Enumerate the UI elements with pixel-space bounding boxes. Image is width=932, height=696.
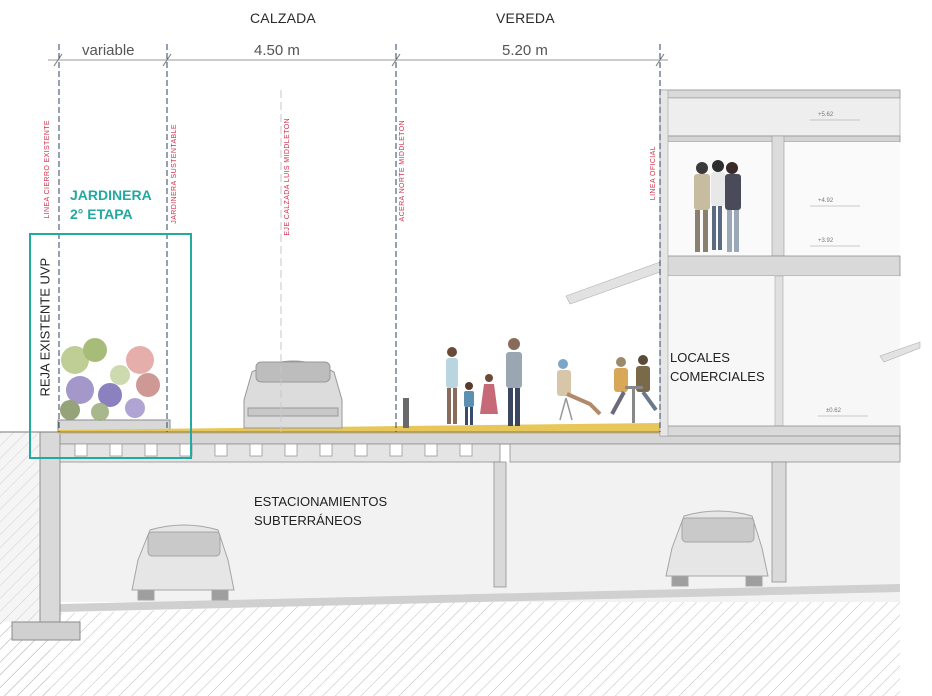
building-left-wall <box>659 89 669 437</box>
dimension-calzada: 4.50 m <box>246 42 308 59</box>
locales-line1: LOCALES <box>670 350 730 365</box>
family-group <box>446 338 522 426</box>
wall-footing <box>11 621 81 641</box>
label-acera-norte: ACERA NORTE MIDDLETON <box>399 120 406 222</box>
bollard <box>403 398 409 428</box>
jardinera-line2: 2° ETAPA <box>70 206 133 222</box>
awning <box>565 261 661 305</box>
parking-column-1 <box>493 461 507 588</box>
label-eje-calzada: EJE CALZADA LUIS MIDDLETON <box>284 118 291 236</box>
jardinera-label: JARDINERA 2° ETAPA <box>70 186 152 224</box>
dimension-vereda: 5.20 m <box>494 42 556 59</box>
parking-line2: SUBTERRÁNEOS <box>254 513 362 528</box>
parking-line1: ESTACIONAMIENTOS <box>254 494 388 509</box>
level-marker-1: +5.62 <box>818 112 834 118</box>
locales-label: LOCALES COMERCIALES <box>670 348 765 386</box>
building-mid-slab <box>659 255 901 277</box>
jardinera-highlight-box <box>29 233 192 459</box>
building-column-ground <box>774 275 784 427</box>
beam-right <box>509 443 901 463</box>
building-column-upper <box>771 135 785 257</box>
parking-label: ESTACIONAMIENTOS SUBTERRÁNEOS <box>254 492 387 530</box>
parked-car-right <box>665 510 769 587</box>
level-marker-4: ±0.62 <box>826 408 841 414</box>
parking-column-2 <box>771 461 787 583</box>
parked-car-left <box>131 524 235 601</box>
ground-hatch-top <box>0 432 40 622</box>
jardinera-line1: JARDINERA <box>70 187 152 203</box>
street-section-diagram: CALZADA VEREDA variable 4.50 m 5.20 m LI… <box>0 0 932 696</box>
road-car <box>243 360 343 429</box>
label-jardinera-sustentable: JARDINERA SUSTENTABLE <box>171 124 178 224</box>
reja-label: REJA EXISTENTE UVP <box>37 257 53 397</box>
calzada-header: CALZADA <box>250 10 316 26</box>
cafe-group <box>557 355 658 423</box>
label-linea-oficial: LINEA OFICIAL <box>650 146 657 201</box>
level-marker-3: +3.92 <box>818 238 834 244</box>
locales-line2: COMERCIALES <box>670 369 765 384</box>
vereda-header: VEREDA <box>496 10 555 26</box>
left-retaining-wall <box>39 431 61 623</box>
level-marker-2: +4.92 <box>818 198 834 204</box>
dimension-variable: variable <box>74 42 143 59</box>
building-ground-slab <box>659 425 901 437</box>
label-linea-cierro: LINEA CIERRO EXISTENTE <box>44 120 51 219</box>
building-upper-band <box>659 97 901 137</box>
building-roof <box>659 89 901 99</box>
